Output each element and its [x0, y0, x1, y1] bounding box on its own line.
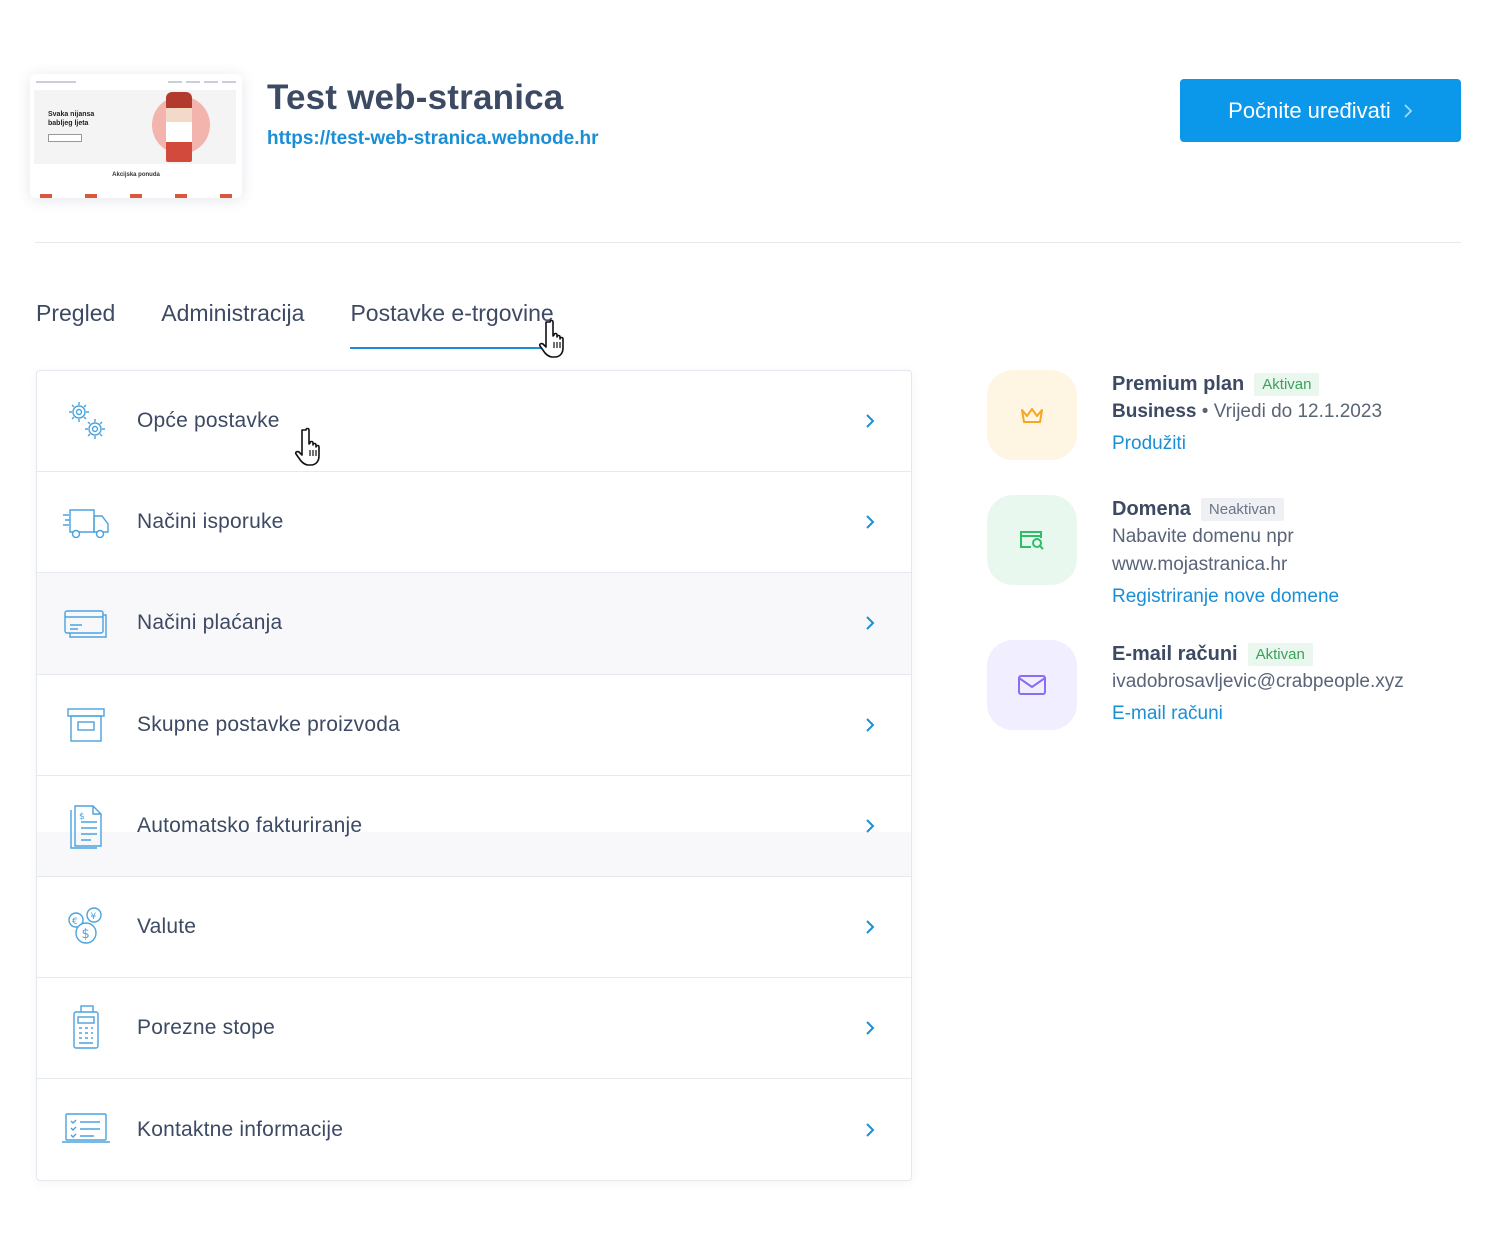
chevron-right-icon — [866, 920, 875, 934]
settings-row-invoicing[interactable]: $ Automatsko fakturiranje — [37, 776, 911, 877]
status-badge: Neaktivan — [1200, 497, 1284, 521]
settings-row-label: Načini plaćanja — [137, 611, 283, 635]
premium-plan-badge — [987, 370, 1077, 460]
settings-row-label: Porezne stope — [137, 1016, 276, 1040]
gears-icon — [61, 396, 111, 446]
tab-postavke-e-trgovine[interactable]: Postavke e-trgovine — [350, 300, 555, 349]
envelope-icon — [1018, 675, 1046, 695]
settings-row-label: Automatsko fakturiranje — [137, 813, 363, 837]
ecommerce-settings-list: Opće postavke Načini isporuke Načini pla… — [36, 370, 912, 1181]
crown-icon — [1021, 408, 1043, 423]
chevron-right-icon — [866, 1021, 875, 1035]
tab-pregled[interactable]: Pregled — [36, 300, 115, 349]
chevron-right-icon — [1404, 103, 1413, 118]
register-domain-link[interactable]: Registriranje nove domene — [1112, 583, 1472, 611]
hand-cursor-icon — [294, 427, 320, 466]
status-badge: Aktivan — [1247, 642, 1313, 666]
site-title: Test web-stranica — [267, 78, 564, 117]
settings-row-label: Skupne postavke proizvoda — [137, 712, 400, 736]
chevron-right-icon — [866, 414, 875, 428]
domain-title: Domena — [1112, 497, 1191, 520]
product-box-icon — [61, 700, 111, 750]
settings-row-label: Kontaktne informacije — [137, 1117, 344, 1141]
svg-text:$: $ — [79, 812, 85, 822]
currency-coins-icon: € ¥ $ — [61, 902, 111, 952]
domain-hint-line1: Nabavite domenu npr — [1112, 526, 1294, 547]
tab-bar: Pregled Administracija Postavke e-trgovi… — [36, 300, 555, 349]
delivery-truck-icon — [61, 497, 111, 547]
premium-plan-title: Premium plan — [1112, 372, 1245, 395]
thumbnail-nav — [30, 74, 242, 90]
domain-hint-line2: www.mojastranica.hr — [1112, 554, 1288, 575]
settings-row-payment[interactable]: Načini plaćanja — [37, 573, 911, 675]
chevron-right-icon — [866, 1123, 875, 1137]
calculator-icon — [61, 1003, 111, 1053]
svg-text:¥: ¥ — [91, 912, 97, 922]
chevron-right-icon — [866, 717, 875, 732]
svg-text:$: $ — [82, 927, 90, 942]
email-accounts-link[interactable]: E-mail računi — [1112, 700, 1472, 728]
chevron-right-icon — [866, 819, 875, 833]
svg-text:€: € — [72, 917, 78, 927]
site-url-link[interactable]: https://test-web-stranica.webnode.hr — [267, 128, 598, 150]
thumbnail-hero: Svaka nijansa babljeg ljeta — [34, 90, 236, 164]
settings-row-contact[interactable]: Kontaktne informacije — [37, 1079, 911, 1180]
domain-badge — [987, 495, 1077, 585]
chevron-right-icon — [866, 515, 875, 529]
domain-search-icon — [1020, 531, 1044, 550]
email-address: ivadobrosavljevic@crabpeople.xyz — [1112, 671, 1404, 692]
settings-row-label: Načini isporuke — [137, 510, 284, 534]
settings-row-shipping[interactable]: Načini isporuke — [37, 472, 911, 574]
settings-row-label: Valute — [137, 915, 197, 939]
extend-plan-link[interactable]: Produžiti — [1112, 430, 1472, 458]
invoice-icon: $ — [61, 801, 111, 851]
start-editing-button[interactable]: Počnite uređivati — [1180, 79, 1461, 142]
hand-cursor-icon — [538, 319, 564, 358]
plan-validity: • Vrijedi do 12.1.2023 — [1201, 401, 1383, 422]
chevron-right-icon — [866, 616, 875, 631]
header-divider — [35, 242, 1461, 243]
settings-row-products[interactable]: Skupne postavke proizvoda — [37, 675, 911, 776]
status-badge: Aktivan — [1254, 372, 1320, 396]
email-title: E-mail računi — [1112, 642, 1238, 665]
settings-row-currencies[interactable]: € ¥ $ Valute — [37, 877, 911, 979]
settings-row-tax[interactable]: Porezne stope — [37, 978, 911, 1080]
settings-row-general[interactable]: Opće postavke — [37, 371, 911, 473]
thumbnail-section-title: Akcijska ponuda — [112, 172, 160, 178]
site-thumbnail[interactable]: Svaka nijansa babljeg ljeta Akcijska ponu… — [30, 74, 242, 198]
email-badge — [987, 640, 1077, 730]
plan-name: Business — [1112, 401, 1197, 422]
settings-row-label: Opće postavke — [137, 409, 280, 433]
payment-cards-icon — [61, 598, 111, 648]
contact-laptop-icon — [61, 1105, 111, 1155]
tab-administracija[interactable]: Administracija — [161, 300, 304, 349]
